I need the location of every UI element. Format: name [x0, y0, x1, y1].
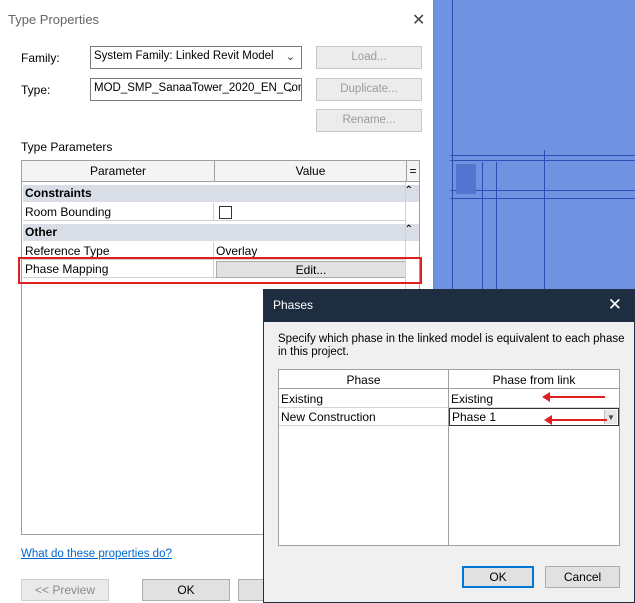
param-name: Room Bounding [25, 205, 112, 219]
ok-button[interactable]: OK [462, 566, 534, 588]
canvas-line [452, 0, 453, 290]
canvas-line [496, 162, 497, 290]
room-bounding-checkbox[interactable] [219, 206, 232, 219]
param-value: Overlay [216, 244, 258, 258]
arrow-head [544, 415, 552, 425]
group-label: Constraints [25, 186, 92, 200]
close-icon[interactable]: ✕ [608, 295, 622, 315]
canvas-line [544, 150, 545, 290]
cancel-button[interactable]: Cancel [545, 566, 620, 588]
phase-from-link-cell[interactable]: Existing [449, 390, 619, 408]
type-dropdown[interactable]: MOD_SMP_SanaaTower_2020_EN_Com ⌄ [90, 78, 302, 101]
duplicate-button[interactable]: Duplicate... [316, 78, 422, 101]
type-parameters-label: Type Parameters [21, 140, 113, 154]
phases-description: Specify which phase in the linked model … [278, 333, 625, 358]
canvas-line [456, 164, 476, 194]
dialog-title: Phases [273, 298, 314, 312]
column-header-phase[interactable]: Phase [279, 370, 448, 389]
canvas-line [450, 190, 635, 191]
grid-header: Parameter Value = [22, 161, 419, 182]
phase-from-link-dropdown[interactable]: Phase 1 ▼ [449, 408, 619, 426]
dialog-title: Type Properties [8, 12, 100, 27]
phases-title-bar[interactable]: Phases ✕ [264, 290, 634, 322]
canvas-line [450, 198, 635, 199]
family-dropdown[interactable]: System Family: Linked Revit Model ⌄ [90, 46, 302, 69]
phases-dialog: Phases ✕ Specify which phase in the link… [263, 289, 635, 603]
ok-button[interactable]: OK [142, 579, 230, 601]
column-divider [213, 203, 214, 221]
help-link[interactable]: What do these properties do? [21, 548, 172, 560]
phase-cell[interactable]: Existing [279, 390, 448, 408]
phase-cell[interactable]: New Construction [279, 408, 448, 426]
param-name: Reference Type [25, 244, 110, 258]
chevron-down-icon[interactable]: ▼ [604, 410, 617, 424]
family-value: System Family: Linked Revit Model [94, 50, 274, 62]
group-constraints[interactable]: Constraints ⌃ [23, 185, 419, 202]
canvas-line [450, 155, 635, 156]
arrow-head [542, 392, 550, 402]
type-label: Type: [21, 83, 51, 97]
annotation-arrow [544, 415, 607, 425]
column-header-value[interactable]: Value [215, 161, 407, 182]
group-label: Other [25, 225, 58, 239]
type-value: MOD_SMP_SanaaTower_2020_EN_Com [94, 82, 302, 94]
chevron-down-icon: ⌄ [285, 51, 295, 63]
column-header-parameter[interactable]: Parameter [22, 161, 215, 182]
close-icon[interactable]: ✕ [412, 10, 425, 30]
rename-button[interactable]: Rename... [316, 109, 422, 132]
canvas-line [482, 162, 483, 290]
load-button[interactable]: Load... [316, 46, 422, 69]
annotation-arrow [542, 392, 605, 402]
phase-mapping-highlight [18, 257, 422, 284]
sort-toggle-icon[interactable]: = [407, 161, 419, 182]
preview-button[interactable]: << Preview [21, 579, 109, 601]
param-row-room-bounding[interactable]: Room Bounding [23, 203, 405, 221]
canvas-line [450, 160, 635, 161]
family-label: Family: [21, 51, 60, 65]
chevron-down-icon: ⌄ [285, 83, 295, 95]
selected-phase: Phase 1 [452, 410, 497, 424]
group-other[interactable]: Other ⌃ [23, 224, 419, 241]
column-header-phase-from-link[interactable]: Phase from link [449, 370, 619, 389]
